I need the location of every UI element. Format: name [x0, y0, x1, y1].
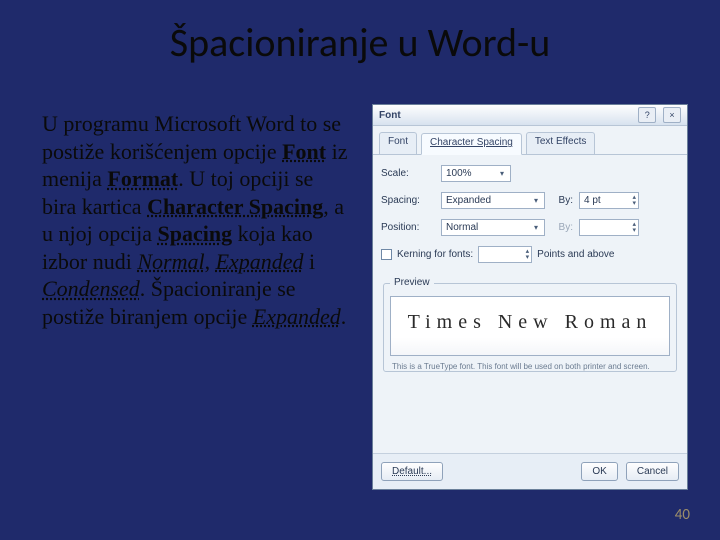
spacing-label: Spacing:	[381, 195, 435, 206]
preview-legend: Preview	[390, 277, 434, 288]
preview-note: This is a TrueType font. This font will …	[392, 362, 668, 371]
position-combo[interactable]: Normal ▾	[441, 219, 545, 236]
tab-text-effects[interactable]: Text Effects	[526, 132, 596, 154]
spinner-arrows-icon: ▴▾	[632, 222, 636, 234]
cancel-button[interactable]: Cancel	[626, 462, 679, 481]
body-expanded-word: Expanded	[216, 249, 304, 274]
tab-character-spacing[interactable]: Character Spacing	[421, 133, 522, 155]
position-label: Position:	[381, 222, 435, 233]
position-by-label: By:	[551, 222, 573, 233]
scale-combo[interactable]: 100% ▾	[441, 165, 511, 182]
slide-title: Špacioniranje u Word-u	[0, 18, 720, 67]
spacing-by-label: By:	[551, 195, 573, 206]
body-font-word: Font	[282, 139, 326, 164]
default-button[interactable]: Default...	[381, 462, 443, 481]
dialog-panel: Scale: 100% ▾ Spacing: Expanded ▾ By: 4 …	[373, 155, 687, 372]
chevron-down-icon: ▾	[496, 168, 508, 180]
body-run: .	[341, 304, 347, 329]
dialog-titlebar: Font ? ×	[373, 105, 687, 126]
spinner-arrows-icon: ▴▾	[632, 195, 636, 207]
body-run: ,	[205, 249, 216, 274]
scale-value: 100%	[446, 168, 472, 179]
spacing-by-spinner[interactable]: 4 pt ▴▾	[579, 192, 639, 209]
tab-font[interactable]: Font	[379, 132, 417, 154]
preview-group: Preview Times New Roman This is a TrueTy…	[383, 283, 677, 372]
kerning-checkbox[interactable]	[381, 249, 392, 260]
dialog-title: Font	[379, 110, 401, 121]
body-spacing-word: Spacing	[157, 221, 232, 246]
spacing-by-value: 4 pt	[584, 195, 601, 206]
body-condensed-word: Condensed	[42, 276, 140, 301]
page-number: 40	[675, 506, 690, 524]
spinner-arrows-icon: ▴▾	[526, 249, 530, 261]
chevron-down-icon: ▾	[530, 222, 542, 234]
position-by-spinner[interactable]: ▴▾	[579, 219, 639, 236]
slide-body: U programu Microsoft Word to se postiže …	[42, 110, 350, 330]
position-value: Normal	[446, 222, 478, 233]
kerning-points-spinner[interactable]: ▴▾	[478, 246, 532, 263]
body-normal-word: Normal	[137, 249, 204, 274]
spacing-value: Expanded	[446, 195, 491, 206]
kerning-label: Kerning for fonts:	[397, 249, 473, 260]
help-button[interactable]: ?	[638, 107, 656, 123]
dialog-tabs: Font Character Spacing Text Effects	[373, 126, 687, 155]
body-run: i	[304, 249, 316, 274]
spacing-combo[interactable]: Expanded ▾	[441, 192, 545, 209]
ok-button[interactable]: OK	[581, 462, 617, 481]
scale-label: Scale:	[381, 168, 435, 179]
preview-sample-text: Times New Roman	[408, 311, 653, 334]
body-charspacing-word: Character Spacing	[147, 194, 323, 219]
preview-box: Times New Roman	[390, 296, 670, 356]
body-expanded-word-2: Expanded	[253, 304, 341, 329]
kerning-suffix: Points and above	[537, 249, 614, 260]
body-format-word: Format	[107, 166, 178, 191]
close-button[interactable]: ×	[663, 107, 681, 123]
dialog-bottom-bar: Default... OK Cancel	[373, 453, 687, 489]
font-dialog: Font ? × Font Character Spacing Text Eff…	[372, 104, 688, 490]
chevron-down-icon: ▾	[530, 195, 542, 207]
